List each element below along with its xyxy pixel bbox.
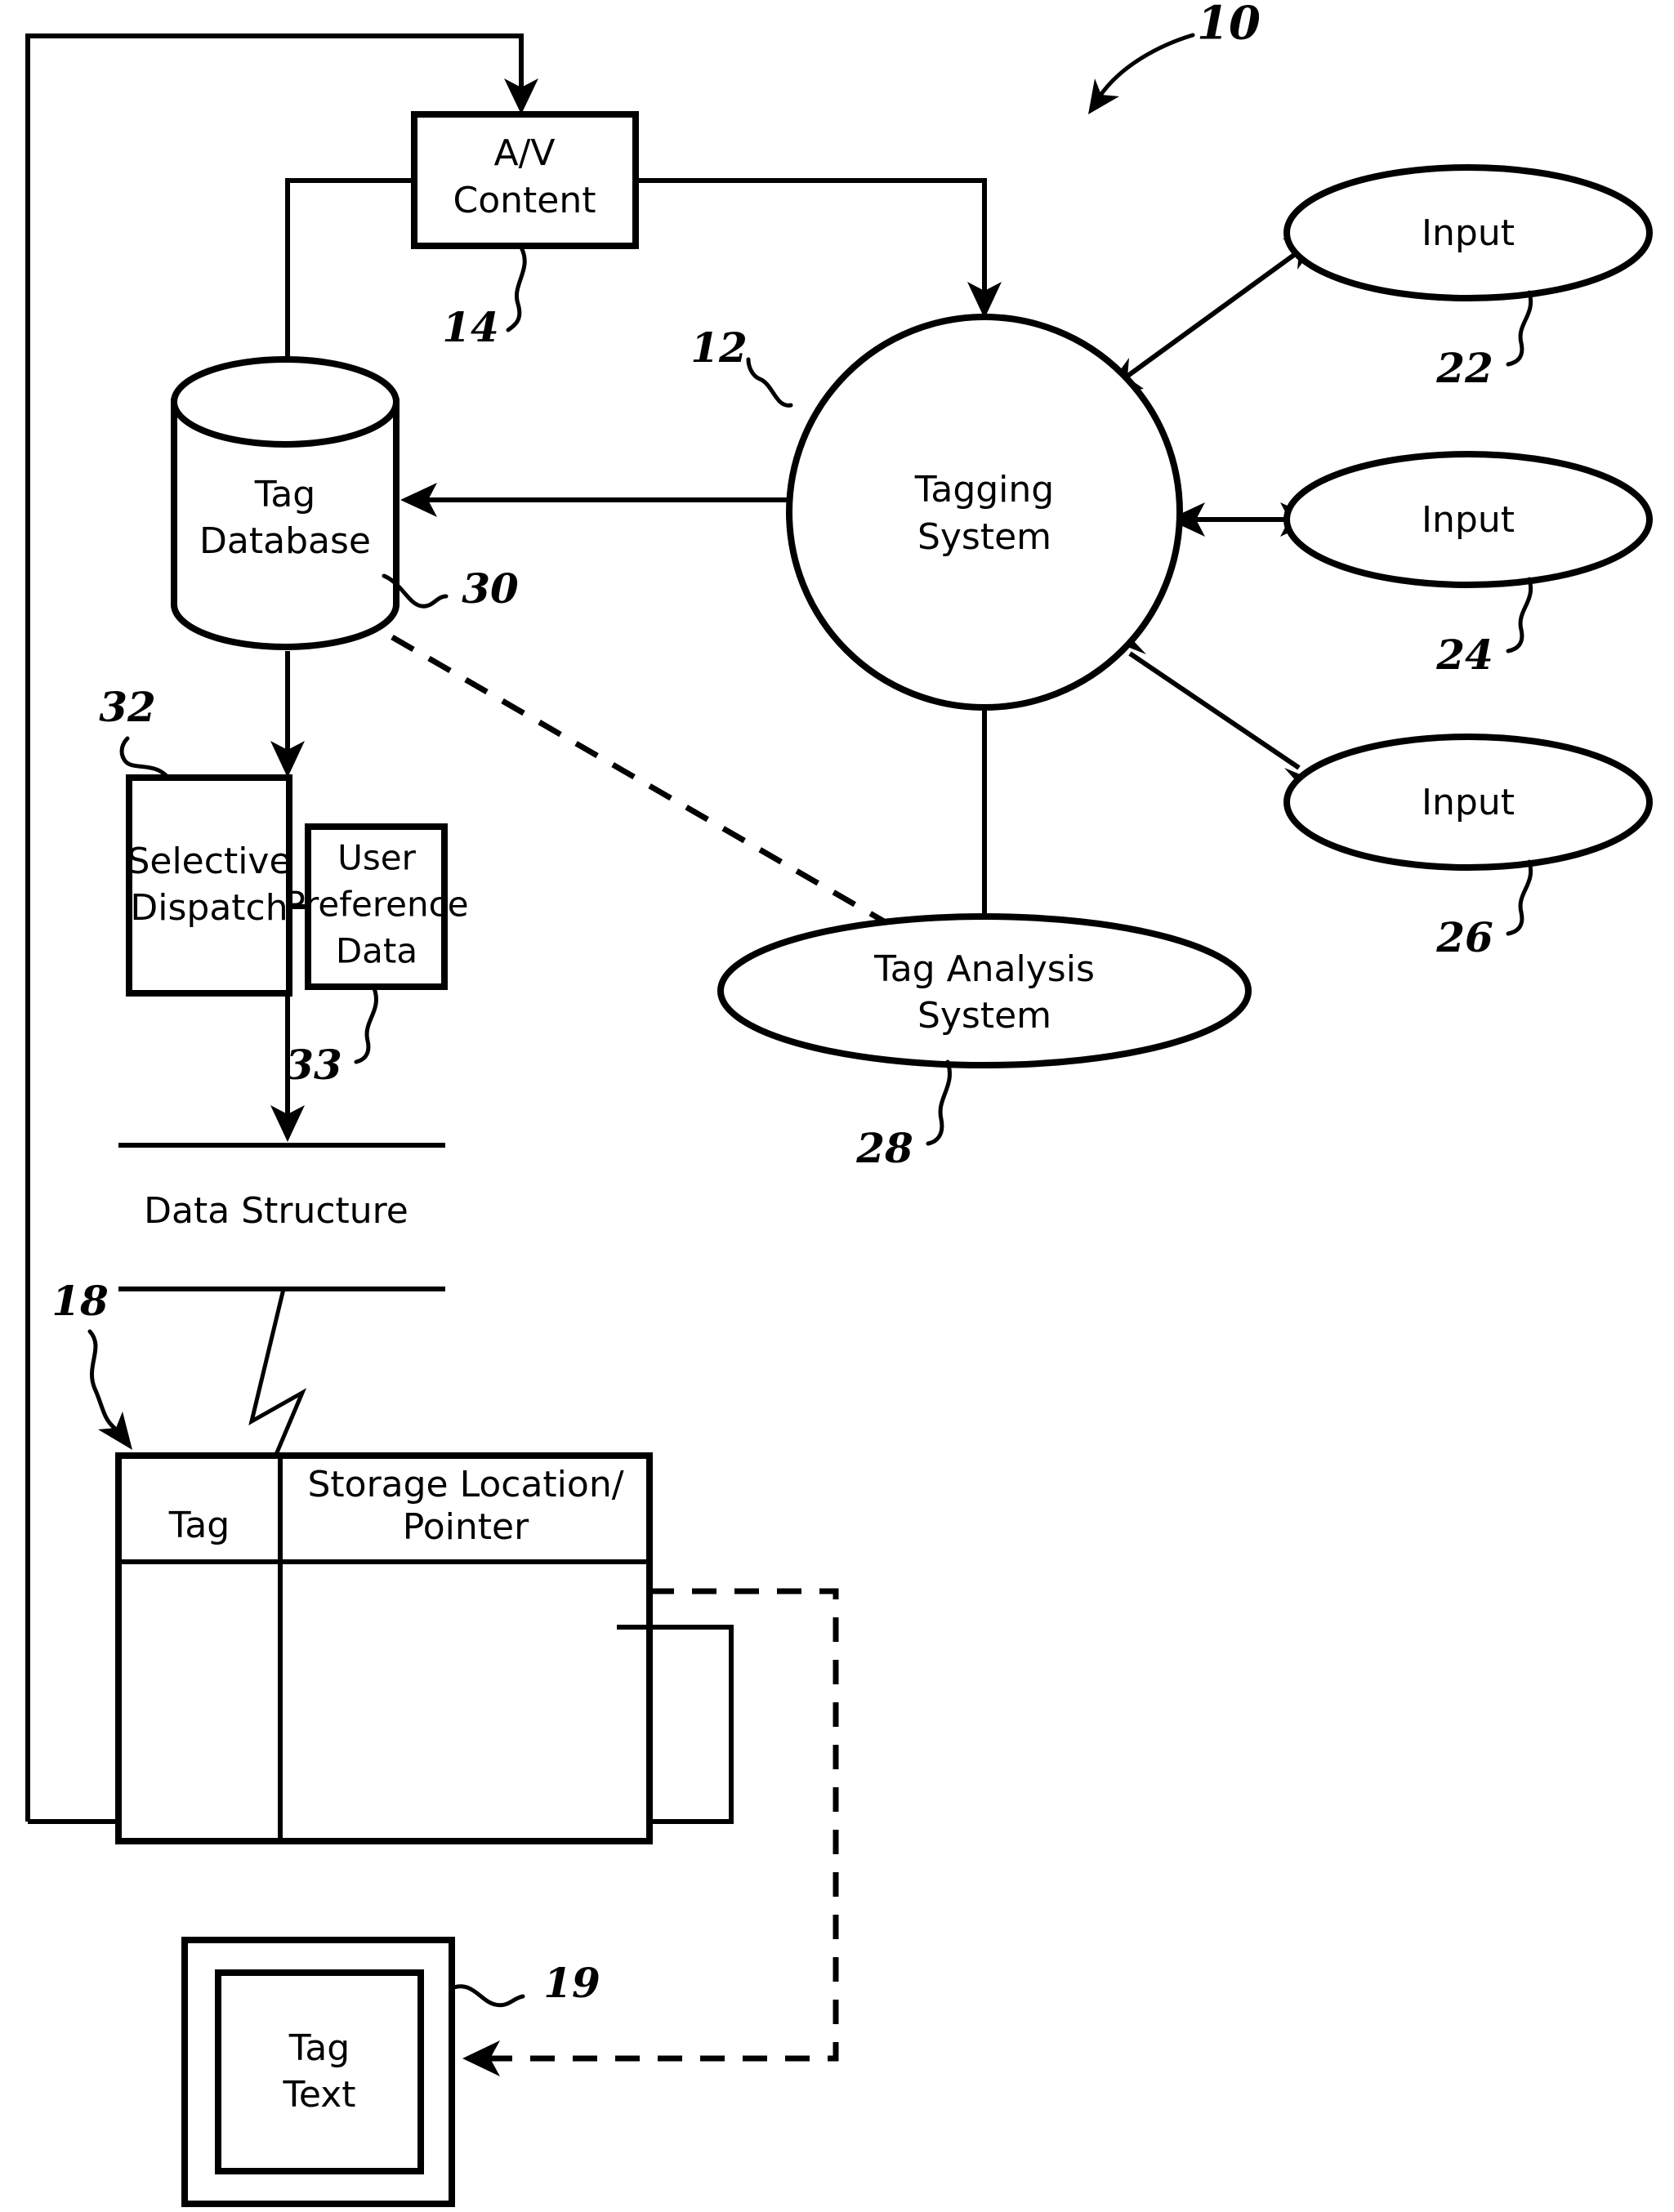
tag-database-label-line1: Tag: [254, 474, 316, 515]
input-1-node[interactable]: Input 22: [1283, 164, 1653, 392]
reference-numeral-19: 19: [543, 1959, 600, 2007]
tag-text-node[interactable]: Tag Text 19: [181, 1937, 600, 2207]
reference-numeral-30: 30: [462, 564, 519, 613]
figure-reference-10-group: 10: [1088, 0, 1261, 114]
selective-dispatch-box[interactable]: [126, 774, 292, 997]
tag-table-row-cell-storage[interactable]: [283, 1564, 647, 1839]
data-structure-label: Data Structure: [144, 1190, 408, 1232]
selective-dispatch-label-line2: Dispatch: [130, 887, 288, 929]
selective-dispatch-label-line1: Selective: [127, 841, 291, 882]
tag-analysis-label-line2: System: [917, 995, 1051, 1037]
lead-line-26: [1506, 859, 1533, 936]
tagging-system-label-line2: System: [917, 516, 1051, 558]
tag-database-to-analysis-dashed-path: [391, 634, 913, 940]
tagging-system-circle[interactable]: [786, 314, 1183, 711]
lead-line-33: [354, 986, 378, 1064]
input-3-node[interactable]: Input 26: [1283, 734, 1653, 961]
reference-numeral-24: 24: [1435, 631, 1493, 679]
lead-line-14: [506, 245, 527, 332]
input-2-node[interactable]: Input 24: [1283, 451, 1653, 679]
reference-numeral-18: 18: [51, 1277, 109, 1325]
lead-line-32: [119, 736, 169, 778]
lead-line-12: [746, 357, 793, 408]
arrowhead-figure-reference-10: [1088, 78, 1119, 114]
tagging-system-node[interactable]: Tagging System 12: [690, 314, 1183, 711]
lead-line-28: [926, 1059, 952, 1146]
user-preference-data-node[interactable]: User Preference Data 33: [284, 823, 469, 1089]
av-to-tagging-path: [636, 178, 987, 294]
data-structure-node: Data Structure: [118, 1143, 445, 1463]
break-lightning-symbol: [248, 1288, 307, 1463]
tagging-input1-link: [1122, 246, 1305, 381]
tag-analysis-label-line1: Tag Analysis: [873, 948, 1095, 990]
arrowhead-lead-18: [98, 1411, 132, 1450]
reference-numeral-12: 12: [690, 323, 748, 372]
reference-numeral-33: 33: [285, 1041, 342, 1089]
tag-table-row-cell-tag[interactable]: [121, 1564, 279, 1839]
lead-line-19: [449, 1984, 525, 2008]
user-preference-label-line2: Preference: [284, 885, 468, 925]
tag-table-header-tag: Tag: [168, 1505, 230, 1546]
lead-line-22: [1506, 290, 1533, 367]
figure-canvas: A/V Content 14 Tag Database 30 Tagging S…: [0, 0, 1674, 2212]
tag-text-label-line1: Tag: [288, 2027, 350, 2069]
user-preference-label-line3: Data: [336, 931, 417, 971]
av-content-label-line2: Content: [453, 180, 596, 221]
patent-diagram-svg: A/V Content 14 Tag Database 30 Tagging S…: [25, 0, 1653, 2207]
lead-line-10: [1097, 33, 1195, 99]
tag-analysis-system-node[interactable]: Tag Analysis System 28: [717, 913, 1252, 1172]
selective-dispatch-node[interactable]: Selective Dispatch 32: [99, 683, 292, 997]
tag-text-label-line2: Text: [283, 2074, 356, 2116]
tag-table-header-storage-line1: Storage Location/: [307, 1464, 623, 1505]
reference-numeral-26: 26: [1435, 913, 1493, 961]
tag-database-cylinder-top: [171, 356, 400, 448]
tag-table-node[interactable]: Tag Storage Location/ Pointer 18: [51, 1277, 653, 1844]
input-1-label: Input: [1422, 212, 1515, 254]
tag-text-inner-box[interactable]: [215, 1969, 424, 2174]
tag-database-label-line2: Database: [199, 520, 371, 562]
av-content-label-line1: A/V: [493, 132, 555, 174]
tagging-system-label-line1: Tagging: [914, 469, 1054, 511]
input-2-label: Input: [1422, 499, 1515, 541]
user-preference-label-line1: User: [337, 838, 416, 878]
av-to-tag-database-path: [285, 178, 414, 376]
tagging-input3-link: [1128, 651, 1301, 770]
tag-database-node[interactable]: Tag Database 30: [171, 356, 519, 650]
reference-numeral-32: 32: [99, 683, 156, 731]
input-3-label: Input: [1422, 782, 1515, 823]
tag-analysis-system-ellipse[interactable]: [717, 913, 1252, 1068]
av-content-node[interactable]: A/V Content 14: [411, 111, 639, 351]
reference-numeral-14: 14: [442, 303, 499, 351]
lead-line-24: [1506, 577, 1533, 653]
reference-numeral-10: 10: [1197, 0, 1261, 51]
tag-table-header-storage-line2: Pointer: [403, 1506, 529, 1548]
reference-numeral-22: 22: [1435, 344, 1493, 392]
reference-numeral-28: 28: [855, 1124, 913, 1172]
lead-line-18: [87, 1329, 117, 1430]
